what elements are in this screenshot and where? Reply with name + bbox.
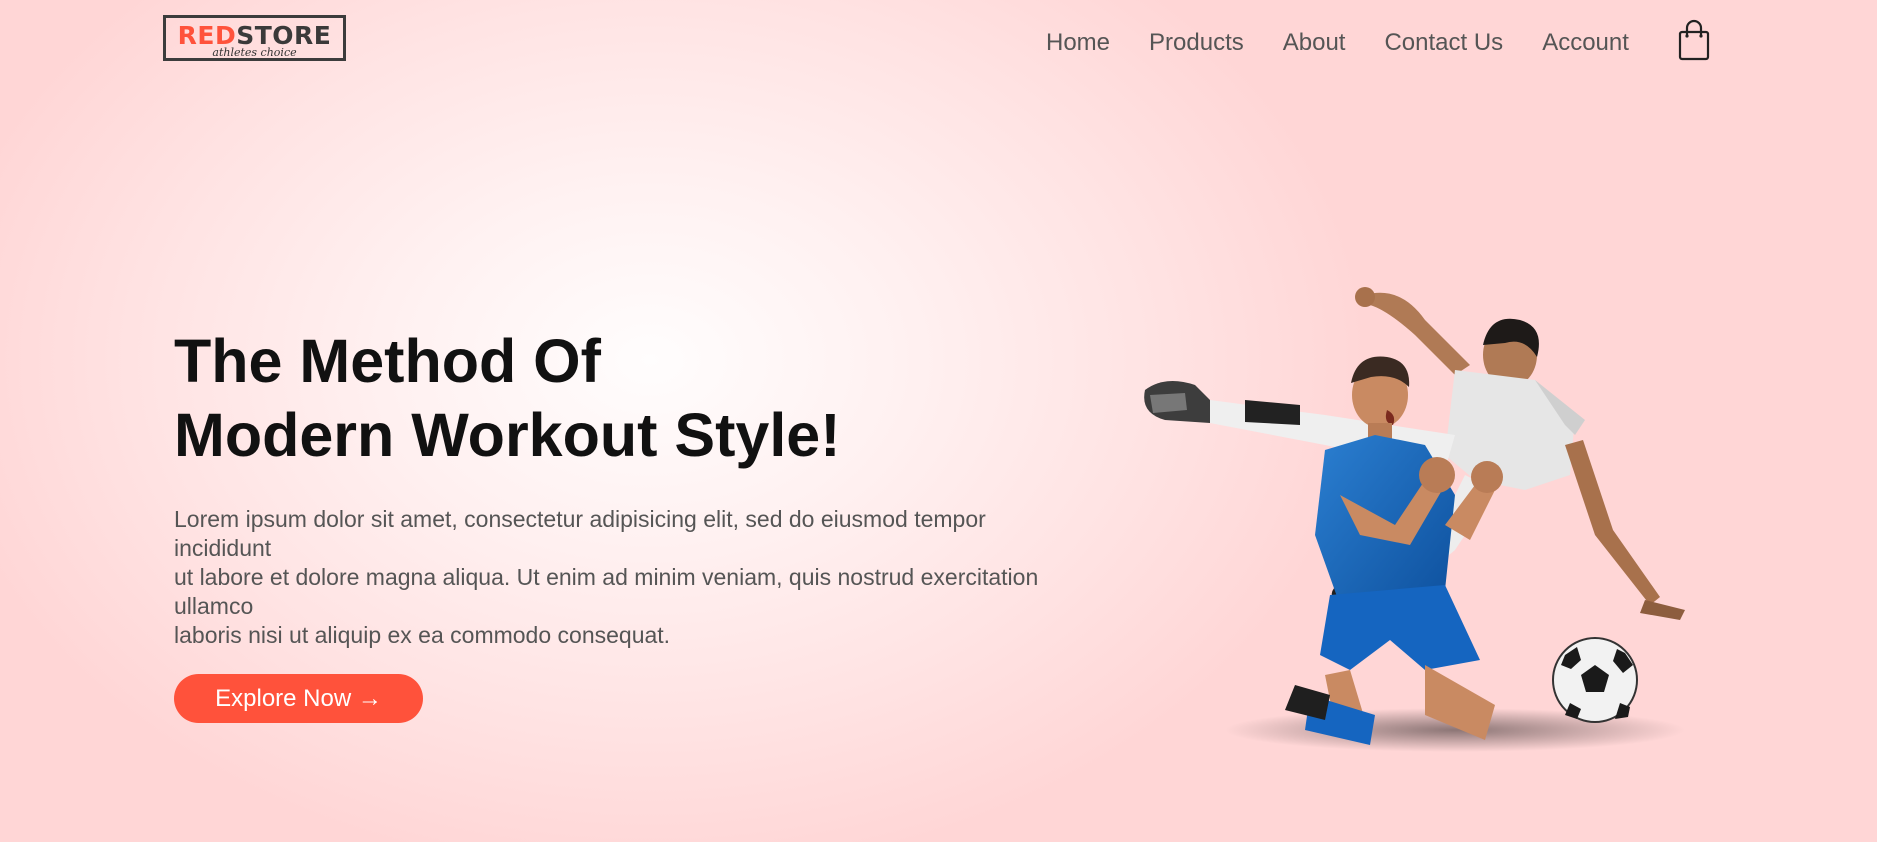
logo[interactable]: REDSTORE athletes choice [163,15,346,61]
hero-text-line-3: laboris nisi ut aliquip ex ea commodo co… [174,622,671,648]
hero-description: Lorem ipsum dolor sit amet, consectetur … [174,505,1074,650]
hero-title: The Method Of Modern Workout Style! [174,324,1074,472]
hero-title-line-1: The Method Of [174,327,601,395]
nav-account[interactable]: Account [1542,27,1629,59]
soccer-ball [1552,637,1638,723]
hero-text-line-2: ut labore et dolore magna aliqua. Ut eni… [174,564,1039,619]
nav-home[interactable]: Home [1046,27,1110,59]
main-nav: Home Products About Contact Us Account [1046,27,1629,59]
hero-title-line-2: Modern Workout Style! [174,401,841,469]
hero-image [1144,287,1685,752]
nav-about[interactable]: About [1283,27,1346,59]
explore-now-button[interactable]: Explore Now → [174,674,423,723]
logo-wordmark: REDSTORE [177,21,332,50]
nav-products[interactable]: Products [1149,27,1244,59]
hero-text-line-1: Lorem ipsum dolor sit amet, consectetur … [174,506,986,561]
nav-contact-us[interactable]: Contact Us [1384,27,1503,59]
shopping-bag-icon[interactable] [1677,18,1711,62]
